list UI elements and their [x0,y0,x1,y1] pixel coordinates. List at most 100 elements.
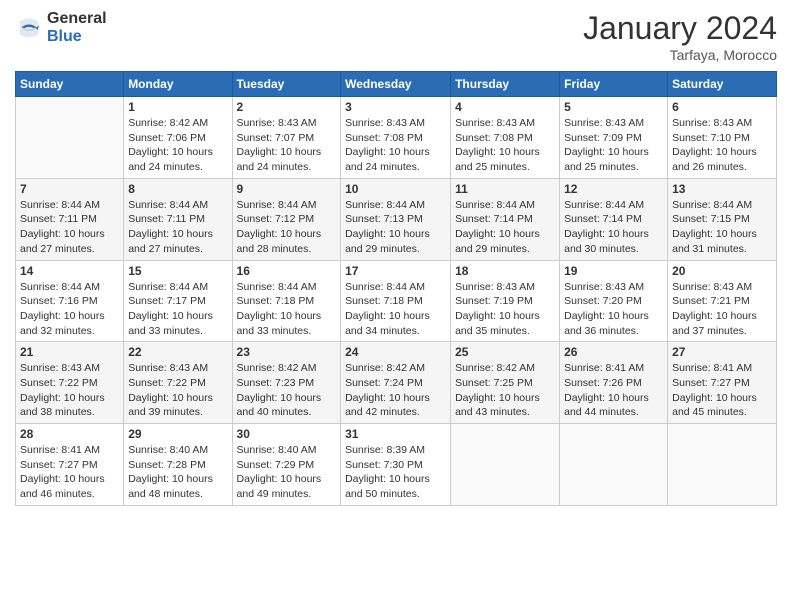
day-info: Sunrise: 8:43 AMSunset: 7:19 PMDaylight:… [455,280,555,339]
calendar-week-row: 1Sunrise: 8:42 AMSunset: 7:06 PMDaylight… [16,97,777,179]
day-number: 16 [237,264,337,278]
day-info: Sunrise: 8:43 AMSunset: 7:21 PMDaylight:… [672,280,772,339]
table-row: 14Sunrise: 8:44 AMSunset: 7:16 PMDayligh… [16,260,124,342]
day-number: 10 [345,182,446,196]
day-number: 3 [345,100,446,114]
day-info: Sunrise: 8:44 AMSunset: 7:12 PMDaylight:… [237,198,337,257]
day-number: 7 [20,182,119,196]
table-row: 13 Sunrise: 8:44 AMSunset: 7:15 PMDayligh… [668,178,777,260]
table-row: 10 Sunrise: 8:44 AMSunset: 7:13 PMDayligh… [341,178,451,260]
day-info: Sunrise: 8:43 AMSunset: 7:09 PMDaylight:… [564,116,663,175]
table-row: 6 Sunrise: 8:43 AMSunset: 7:10 PMDaylight… [668,97,777,179]
calendar-table: Sunday Monday Tuesday Wednesday Thursday… [15,71,777,506]
calendar-page: General Blue January 2024 Tarfaya, Moroc… [0,0,792,612]
day-number: 27 [672,345,772,359]
col-thursday: Thursday [451,72,560,97]
day-number: 29 [128,427,227,441]
day-info: Sunrise: 8:43 AMSunset: 7:22 PMDaylight:… [20,361,119,420]
day-number: 1 [128,100,227,114]
day-number: 9 [237,182,337,196]
table-row: 9 Sunrise: 8:44 AMSunset: 7:12 PMDaylight… [232,178,341,260]
day-number: 6 [672,100,772,114]
logo: General Blue [15,10,107,45]
table-row: 23Sunrise: 8:42 AMSunset: 7:23 PMDayligh… [232,342,341,424]
title-block: January 2024 Tarfaya, Morocco [583,10,777,63]
month-title: January 2024 [583,10,777,47]
table-row: 25 Sunrise: 8:42 AMSunset: 7:25 PMDayligh… [451,342,560,424]
day-number: 30 [237,427,337,441]
day-info: Sunrise: 8:44 AMSunset: 7:18 PMDaylight:… [237,280,337,339]
table-row: 28 Sunrise: 8:41 AMSunset: 7:27 PMDayligh… [16,424,124,506]
col-friday: Friday [560,72,668,97]
day-info: Sunrise: 8:44 AMSunset: 7:11 PMDaylight:… [20,198,119,257]
table-row: 19Sunrise: 8:43 AMSunset: 7:20 PMDayligh… [560,260,668,342]
calendar-week-row: 28 Sunrise: 8:41 AMSunset: 7:27 PMDayligh… [16,424,777,506]
day-info: Sunrise: 8:43 AMSunset: 7:07 PMDaylight:… [237,116,337,175]
logo-general-text: General [47,10,107,28]
logo-icon [15,14,43,42]
day-number: 25 [455,345,555,359]
table-row: 29 Sunrise: 8:40 AMSunset: 7:28 PMDayligh… [124,424,232,506]
day-info: Sunrise: 8:42 AMSunset: 7:24 PMDaylight:… [345,361,446,420]
table-row: 2 Sunrise: 8:43 AMSunset: 7:07 PMDaylight… [232,97,341,179]
day-info: Sunrise: 8:44 AMSunset: 7:18 PMDaylight:… [345,280,446,339]
calendar-week-row: 14Sunrise: 8:44 AMSunset: 7:16 PMDayligh… [16,260,777,342]
table-row: 4 Sunrise: 8:43 AMSunset: 7:08 PMDaylight… [451,97,560,179]
day-info: Sunrise: 8:44 AMSunset: 7:15 PMDaylight:… [672,198,772,257]
day-info: Sunrise: 8:42 AMSunset: 7:23 PMDaylight:… [237,361,337,420]
day-info: Sunrise: 8:43 AMSunset: 7:10 PMDaylight:… [672,116,772,175]
table-row: 30 Sunrise: 8:40 AMSunset: 7:29 PMDayligh… [232,424,341,506]
day-info: Sunrise: 8:44 AMSunset: 7:11 PMDaylight:… [128,198,227,257]
day-info: Sunrise: 8:43 AMSunset: 7:08 PMDaylight:… [345,116,446,175]
day-info: Sunrise: 8:44 AMSunset: 7:17 PMDaylight:… [128,280,227,339]
table-row: 20 Sunrise: 8:43 AMSunset: 7:21 PMDayligh… [668,260,777,342]
table-row [16,97,124,179]
logo-blue-text: Blue [47,28,107,46]
day-info: Sunrise: 8:44 AMSunset: 7:16 PMDaylight:… [20,280,119,339]
day-info: Sunrise: 8:44 AMSunset: 7:13 PMDaylight:… [345,198,446,257]
day-info: Sunrise: 8:40 AMSunset: 7:28 PMDaylight:… [128,443,227,502]
day-number: 2 [237,100,337,114]
table-row: 12Sunrise: 8:44 AMSunset: 7:14 PMDayligh… [560,178,668,260]
day-number: 12 [564,182,663,196]
table-row [451,424,560,506]
col-saturday: Saturday [668,72,777,97]
day-number: 21 [20,345,119,359]
day-info: Sunrise: 8:42 AMSunset: 7:25 PMDaylight:… [455,361,555,420]
day-number: 20 [672,264,772,278]
day-number: 8 [128,182,227,196]
calendar-week-row: 21 Sunrise: 8:43 AMSunset: 7:22 PMDayligh… [16,342,777,424]
day-number: 11 [455,182,555,196]
day-number: 24 [345,345,446,359]
day-number: 18 [455,264,555,278]
table-row: 8 Sunrise: 8:44 AMSunset: 7:11 PMDaylight… [124,178,232,260]
table-row: 7 Sunrise: 8:44 AMSunset: 7:11 PMDaylight… [16,178,124,260]
table-row: 17 Sunrise: 8:44 AMSunset: 7:18 PMDayligh… [341,260,451,342]
logo-text: General Blue [47,10,107,45]
col-tuesday: Tuesday [232,72,341,97]
day-number: 5 [564,100,663,114]
day-number: 19 [564,264,663,278]
table-row: 16 Sunrise: 8:44 AMSunset: 7:18 PMDayligh… [232,260,341,342]
col-monday: Monday [124,72,232,97]
table-row: 21 Sunrise: 8:43 AMSunset: 7:22 PMDayligh… [16,342,124,424]
day-info: Sunrise: 8:39 AMSunset: 7:30 PMDaylight:… [345,443,446,502]
day-info: Sunrise: 8:43 AMSunset: 7:22 PMDaylight:… [128,361,227,420]
day-number: 28 [20,427,119,441]
day-number: 26 [564,345,663,359]
day-info: Sunrise: 8:43 AMSunset: 7:08 PMDaylight:… [455,116,555,175]
day-number: 17 [345,264,446,278]
col-wednesday: Wednesday [341,72,451,97]
table-row: 11 Sunrise: 8:44 AMSunset: 7:14 PMDayligh… [451,178,560,260]
table-row: 24 Sunrise: 8:42 AMSunset: 7:24 PMDayligh… [341,342,451,424]
day-info: Sunrise: 8:40 AMSunset: 7:29 PMDaylight:… [237,443,337,502]
day-info: Sunrise: 8:41 AMSunset: 7:27 PMDaylight:… [20,443,119,502]
day-info: Sunrise: 8:44 AMSunset: 7:14 PMDaylight:… [455,198,555,257]
day-number: 13 [672,182,772,196]
day-number: 4 [455,100,555,114]
day-number: 31 [345,427,446,441]
table-row: 5 Sunrise: 8:43 AMSunset: 7:09 PMDaylight… [560,97,668,179]
day-number: 15 [128,264,227,278]
table-row: 18 Sunrise: 8:43 AMSunset: 7:19 PMDayligh… [451,260,560,342]
calendar-header-row: Sunday Monday Tuesday Wednesday Thursday… [16,72,777,97]
